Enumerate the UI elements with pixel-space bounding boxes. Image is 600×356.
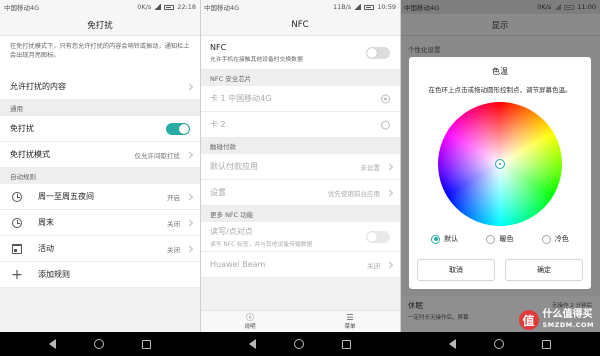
home-icon[interactable]	[494, 339, 504, 349]
rule-weekday-night[interactable]: 周一至周五夜间 开启	[0, 184, 200, 210]
sim1-radio[interactable]	[381, 94, 390, 103]
sim2-radio-row[interactable]: 卡 2	[200, 112, 400, 138]
carrier: 中国移动4G	[404, 4, 440, 12]
net-speed: 11B/s	[332, 3, 352, 11]
display-screen: 中国移动4G 0K/s 11:00 显示 个性化设置 色温 在色环上点击或拖动圆…	[400, 0, 600, 332]
clock-time: 22:18	[177, 3, 196, 11]
smzdm-logo-icon: 值	[518, 310, 539, 330]
menu-button[interactable]: ☰ 菜单	[300, 311, 400, 332]
dnd-mode-row[interactable]: 免打扰模式 仅允许间歇打扰	[0, 142, 200, 168]
color-temp-dialog: 色温 在色环上点击或拖动圆形控制点，调节屏幕色温。 默认 暖色 冷色 取消 确定	[409, 57, 591, 289]
clock-time: 10:59	[377, 3, 396, 11]
option-default[interactable]: 默认	[431, 234, 458, 244]
option-cool[interactable]: 冷色	[541, 234, 569, 244]
carrier: 中国移动4G	[204, 4, 240, 12]
menu-icon: ☰	[346, 313, 354, 322]
chevron-right-icon	[185, 82, 194, 91]
plus-icon: +	[11, 266, 23, 283]
clock-time: 11:00	[577, 3, 596, 11]
section-general: 通用	[0, 100, 200, 116]
back-icon[interactable]	[249, 339, 256, 349]
chevron-right-icon	[185, 244, 194, 253]
dialog-title: 色温	[492, 67, 508, 76]
battery-icon	[564, 4, 575, 10]
chevron-right-icon	[185, 218, 194, 227]
rule-event[interactable]: 活动 关闭	[0, 236, 200, 262]
home-icon[interactable]	[94, 339, 104, 349]
help-button[interactable]: ⓘ 说明	[200, 311, 300, 332]
huawei-beam-row[interactable]: Huawei Beam 关闭	[200, 252, 400, 278]
page-title: NFC	[200, 14, 400, 36]
nfc-toggle-row[interactable]: NFC 允许手机在接触其他设备时交换数据	[200, 36, 400, 70]
sim1-radio-row[interactable]: 卡 1 中国移动4G	[200, 86, 400, 112]
clock-icon	[12, 191, 22, 202]
calendar-icon	[12, 243, 22, 254]
chevron-right-icon	[185, 150, 194, 159]
back-icon[interactable]	[49, 339, 56, 349]
color-wheel[interactable]	[438, 102, 562, 226]
clock-icon	[12, 217, 22, 228]
radio-icon	[486, 234, 496, 244]
carrier: 中国移动4G	[4, 4, 40, 12]
net-speed: 0K/s	[537, 3, 552, 11]
status-bar: 中国移动4G 11B/s 10:59	[200, 0, 400, 14]
signal-icon	[354, 4, 362, 10]
system-nav-bar	[0, 332, 600, 356]
chevron-right-icon	[385, 188, 394, 197]
section-secure-element: NFC 安全芯片	[200, 70, 400, 86]
net-speed: 0K/s	[137, 3, 152, 11]
signal-icon	[554, 4, 562, 10]
section-personalization: 个性化设置	[408, 46, 441, 54]
radio-icon	[541, 234, 551, 244]
default-pay-row[interactable]: 默认付款应用 未设置	[200, 154, 400, 180]
section-rules: 自动规则	[0, 168, 200, 184]
page-title: 免打扰	[0, 14, 200, 36]
dnd-screen: 中国移动4G 0K/s 22:18 免打扰 在免打扰模式下，只有您允许打扰的内容…	[0, 0, 200, 332]
section-tap-pay: 触碰付款	[200, 138, 400, 154]
color-temp-options: 默认 暖色 冷色	[409, 234, 591, 244]
recents-icon[interactable]	[542, 339, 551, 349]
home-icon[interactable]	[294, 339, 304, 349]
battery-icon	[164, 4, 175, 10]
allowed-content-row[interactable]: 允许打扰的内容	[0, 74, 200, 100]
status-bar: 中国移动4G 0K/s 22:18	[0, 0, 200, 14]
cancel-button[interactable]: 取消	[417, 259, 495, 281]
chevron-right-icon	[385, 260, 394, 269]
read-write-row[interactable]: 读写/点对点 读写 NFC 标签，并与其他设备传输数据	[200, 222, 400, 252]
read-write-toggle[interactable]	[366, 230, 390, 243]
dnd-toggle-row[interactable]: 免打扰	[0, 116, 200, 142]
dialog-description: 在色环上点击或拖动圆形控制点，调节屏幕色温。	[428, 86, 572, 94]
nfc-screen: 中国移动4G 11B/s 10:59 NFC NFC 允许手机在接触其他设备时交…	[200, 0, 400, 332]
info-icon: ⓘ	[246, 313, 254, 322]
back-icon[interactable]	[449, 339, 456, 349]
pay-settings-row[interactable]: 设置 优先使用前台应用	[200, 180, 400, 206]
signal-icon	[154, 4, 162, 10]
color-wheel-handle[interactable]	[495, 159, 505, 169]
nfc-toggle[interactable]	[366, 46, 390, 59]
rule-weekend[interactable]: 周末 关闭	[0, 210, 200, 236]
dnd-description: 在免打扰模式下，只有您允许打扰的内容会响铃或振动，通知栏上会出现月亮图标。	[0, 36, 200, 74]
chevron-right-icon	[185, 192, 194, 201]
radio-icon	[431, 234, 441, 244]
sim2-radio[interactable]	[381, 120, 390, 129]
recents-icon[interactable]	[342, 339, 351, 349]
add-rule-button[interactable]: + 添加规则	[0, 262, 200, 288]
status-bar: 中国移动4G 0K/s 11:00	[400, 0, 600, 14]
battery-icon	[364, 4, 375, 10]
chevron-right-icon	[385, 162, 394, 171]
recents-icon[interactable]	[142, 339, 151, 349]
page-title: 显示	[400, 14, 600, 36]
section-more-nfc: 更多 NFC 功能	[200, 206, 400, 222]
bottom-action-bar: ⓘ 说明 ☰ 菜单	[200, 310, 400, 332]
option-warm[interactable]: 暖色	[486, 234, 513, 244]
smzdm-watermark: 值 什么值得买 SMZDM.COM	[518, 310, 594, 330]
ok-button[interactable]: 确定	[505, 259, 583, 281]
dnd-toggle[interactable]	[166, 122, 190, 135]
